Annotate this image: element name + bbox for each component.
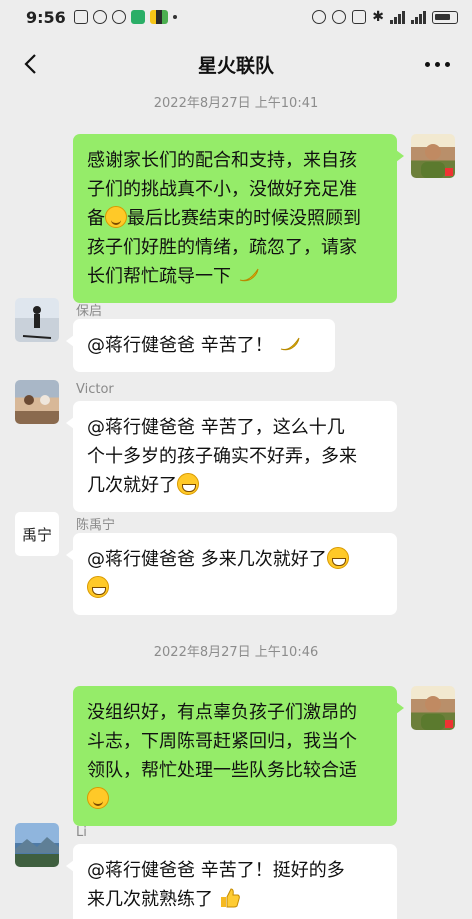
alarm-icon <box>332 10 347 24</box>
message-text: 斗志，下周陈哥赶紧回归，我当个 <box>87 731 357 752</box>
message-text: 没组织好，有点辜负孩子们激昂的 <box>87 702 357 723</box>
message-text: @蒋行健爸爸 辛苦了！ <box>87 335 273 356</box>
dot-icon <box>444 61 450 67</box>
message-text: 个十多岁的孩子确实不好弄，多来 <box>87 446 357 467</box>
message-bubble-received[interactable]: @蒋行健爸爸 多来几次就好了 <box>66 533 397 615</box>
person-photo-icon <box>421 144 453 178</box>
message-bubble-received[interactable]: @蒋行健爸爸 辛苦了！挺好的多 来几次就熟练了 <box>66 844 397 919</box>
more-notifications-dot <box>172 15 177 19</box>
banana-emoji-icon <box>239 268 259 282</box>
message-text: @蒋行健爸爸 多来几次就好了 <box>87 549 327 570</box>
smile-emoji-icon <box>105 206 127 228</box>
grin-emoji-icon <box>326 547 349 569</box>
sender-avatar[interactable] <box>15 380 59 424</box>
message-text: @蒋行健爸爸 辛苦了！挺好的多 <box>87 860 345 881</box>
game-app-icon <box>149 10 168 24</box>
my-avatar[interactable] <box>411 686 455 730</box>
message-text: 感谢家长们的配合和支持，来自孩 <box>87 150 357 171</box>
message-text: 备 <box>87 208 105 229</box>
chevron-left-icon <box>24 54 36 74</box>
message-text: 来几次就熟练了 <box>87 889 213 910</box>
skier-photo-icon <box>22 306 52 339</box>
signal-4g-icon <box>411 10 426 24</box>
group-photo-icon <box>24 395 50 405</box>
grin-emoji-icon <box>87 576 109 598</box>
smile-emoji-icon <box>87 787 109 809</box>
message-timestamp: 2022年8月27日 上午10:41 <box>153 96 319 111</box>
hotspot-icon <box>92 10 107 24</box>
person-photo-icon <box>421 696 453 730</box>
notification-icon <box>73 10 88 24</box>
more-options-button[interactable] <box>420 48 454 80</box>
dot-icon <box>424 61 430 67</box>
message-text: 几次就好了 <box>87 475 177 496</box>
sender-name: Victor <box>76 382 114 397</box>
bluetooth-icon: ✱ <box>372 9 384 25</box>
message-text: 长们帮忙疏导一下 <box>87 266 231 287</box>
message-text: 孩子们好胜的情绪，疏忽了，请家 <box>87 237 357 258</box>
status-time: 9:56 <box>26 7 66 27</box>
sender-name: Li <box>76 825 87 840</box>
message-text: 领队，帮忙处理一些队务比较合适 <box>87 760 357 781</box>
message-bubble-sent[interactable]: 感谢家长们的配合和支持，来自孩 子们的挑战真不小，没做好充足准 备 最后比赛结束的… <box>73 134 404 303</box>
landscape-photo-icon <box>15 837 59 853</box>
sender-name: 保启 <box>76 304 103 319</box>
sender-name: 陈禹宁 <box>76 518 116 533</box>
banana-emoji-icon <box>281 337 300 351</box>
mute-icon <box>352 10 367 24</box>
message-bubble-received[interactable]: @蒋行健爸爸 辛苦了，这么十几 个十多岁的孩子确实不好弄，多来 几次就好了 <box>66 401 397 512</box>
my-avatar[interactable] <box>411 134 455 178</box>
message-bubble-sent[interactable]: 没组织好，有点辜负孩子们激昂的 斗志，下周陈哥赶紧回归，我当个 领队，帮忙处理一… <box>73 686 404 826</box>
message-text: @蒋行健爸爸 辛苦了，这么十几 <box>87 417 345 438</box>
signal-icon <box>390 10 405 24</box>
back-button[interactable] <box>14 48 46 80</box>
grin-emoji-icon <box>177 473 199 495</box>
message-text: 最后比赛结束的时候没照顾到 <box>127 208 361 229</box>
message-timestamp: 2022年8月27日 上午10:46 <box>153 645 319 660</box>
dot-icon <box>434 61 440 67</box>
battery-icon <box>432 10 458 24</box>
app-notification-icon <box>111 10 126 24</box>
sender-avatar[interactable] <box>15 823 59 867</box>
chat-title: 星火联队 <box>197 54 274 77</box>
sender-avatar[interactable] <box>15 298 59 342</box>
chat-header: 星火联队 <box>0 34 472 94</box>
message-bubble-received[interactable]: @蒋行健爸爸 辛苦了！ <box>66 319 335 372</box>
status-bar: 9:56 ✱ <box>0 0 472 34</box>
thumbs-up-emoji-icon <box>220 888 240 908</box>
nfc-icon <box>312 10 327 24</box>
avatar-text: 禹宁 <box>21 525 52 544</box>
message-text: 子们的挑战真不小，没做好充足准 <box>87 179 357 200</box>
sender-avatar[interactable]: 禹宁 <box>15 512 59 556</box>
app-icon <box>130 10 145 24</box>
